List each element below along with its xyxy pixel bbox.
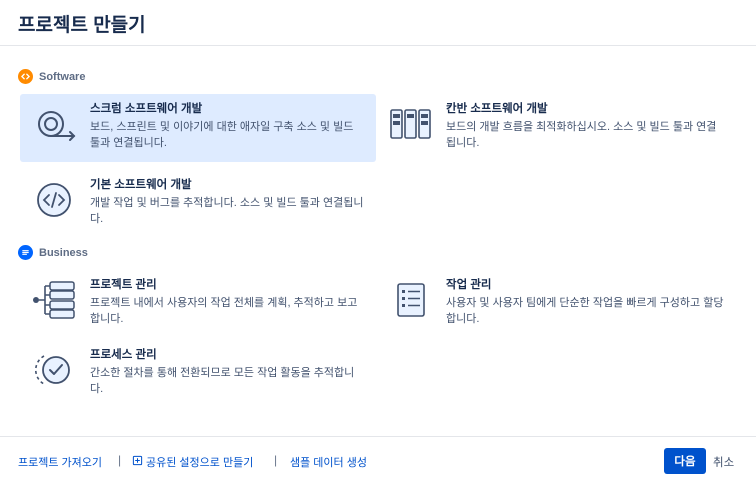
next-button[interactable]: 다음 (664, 448, 706, 474)
generate-sample-data-link[interactable]: 샘플 데이터 생성 (290, 454, 367, 470)
template-project-mgmt-desc: 프로젝트 내에서 사용자의 작업 전체를 계획, 추적하고 보고합니다. (90, 297, 358, 325)
import-project-link[interactable]: 프로젝트 가져오기 (18, 454, 102, 470)
template-project-mgmt-name: 프로젝트 관리 (90, 279, 157, 291)
template-kanban[interactable]: 칸반 소프트웨어 개발 보드의 개발 흐름을 최적화하십시오. 소스 및 빌드 … (376, 94, 736, 162)
section-business-header: Business (18, 245, 88, 260)
dialog-header: 프로젝트 만들기 (0, 0, 756, 46)
footer-divider: | (274, 453, 278, 467)
process-check-icon (30, 346, 78, 394)
template-scrum-name: 스크럼 소프트웨어 개발 (90, 103, 203, 115)
create-with-shared-config-link[interactable]: 공유된 설정으로 만들기 (132, 454, 253, 470)
cancel-button[interactable]: 취소 (713, 454, 734, 470)
template-scrum-desc: 보드, 스프린트 및 이야기에 대한 애자일 구축 소스 및 빌드 툴과 연결됩… (90, 121, 354, 149)
footer-divider: | (118, 453, 122, 467)
template-basic[interactable]: 기본 소프트웨어 개발 개발 작업 및 버그를 추적합니다. 소스 및 빌드 툴… (20, 170, 376, 230)
template-basic-name: 기본 소프트웨어 개발 (90, 179, 192, 191)
shared-config-label: 공유된 설정으로 만들기 (146, 457, 254, 469)
document-badge-icon (18, 245, 33, 260)
dialog-title: 프로젝트 만들기 (18, 15, 146, 36)
kanban-board-icon (386, 100, 434, 148)
scrum-cycle-icon (30, 100, 78, 148)
template-process-mgmt-desc: 간소한 절차를 통해 전환되므로 모든 작업 활동을 추적합니다. (90, 367, 355, 395)
template-process-mgmt[interactable]: 프로세스 관리 간소한 절차를 통해 전환되므로 모든 작업 활동을 추적합니다… (20, 340, 376, 402)
section-business-label: Business (39, 246, 88, 259)
template-task-mgmt-desc: 사용자 및 사용자 팀에게 단순한 작업을 빠르게 구성하고 할당합니다. (446, 297, 724, 325)
template-kanban-name: 칸반 소프트웨어 개발 (446, 103, 548, 115)
template-scrum[interactable]: 스크럼 소프트웨어 개발 보드, 스프린트 및 이야기에 대한 애자일 구축 소… (20, 94, 376, 162)
import-project-label: 프로젝트 가져오기 (18, 457, 103, 469)
template-task-mgmt[interactable]: 작업 관리 사용자 및 사용자 팀에게 단순한 작업을 빠르게 구성하고 할당합… (376, 270, 736, 332)
template-process-mgmt-name: 프로세스 관리 (90, 349, 157, 361)
template-kanban-desc: 보드의 개발 흐름을 최적화하십시오. 소스 및 빌드 툴과 연결됩니다. (446, 121, 717, 149)
section-software-header: Software (18, 69, 85, 84)
project-tree-icon (30, 276, 78, 324)
section-software-label: Software (39, 70, 86, 83)
code-circle-icon (30, 176, 78, 224)
template-basic-desc: 개발 작업 및 버그를 추적합니다. 소스 및 빌드 툴과 연결됩니다. (90, 197, 364, 225)
template-task-mgmt-name: 작업 관리 (446, 279, 492, 291)
shared-config-icon (132, 455, 143, 469)
sample-data-label: 샘플 데이터 생성 (290, 457, 367, 469)
dialog-footer: 프로젝트 가져오기 | 공유된 설정으로 만들기 | 샘플 데이터 생성 다음 … (0, 436, 756, 484)
task-list-icon (386, 276, 434, 324)
code-badge-icon (18, 69, 33, 84)
template-project-mgmt[interactable]: 프로젝트 관리 프로젝트 내에서 사용자의 작업 전체를 계획, 추적하고 보고… (20, 270, 376, 332)
